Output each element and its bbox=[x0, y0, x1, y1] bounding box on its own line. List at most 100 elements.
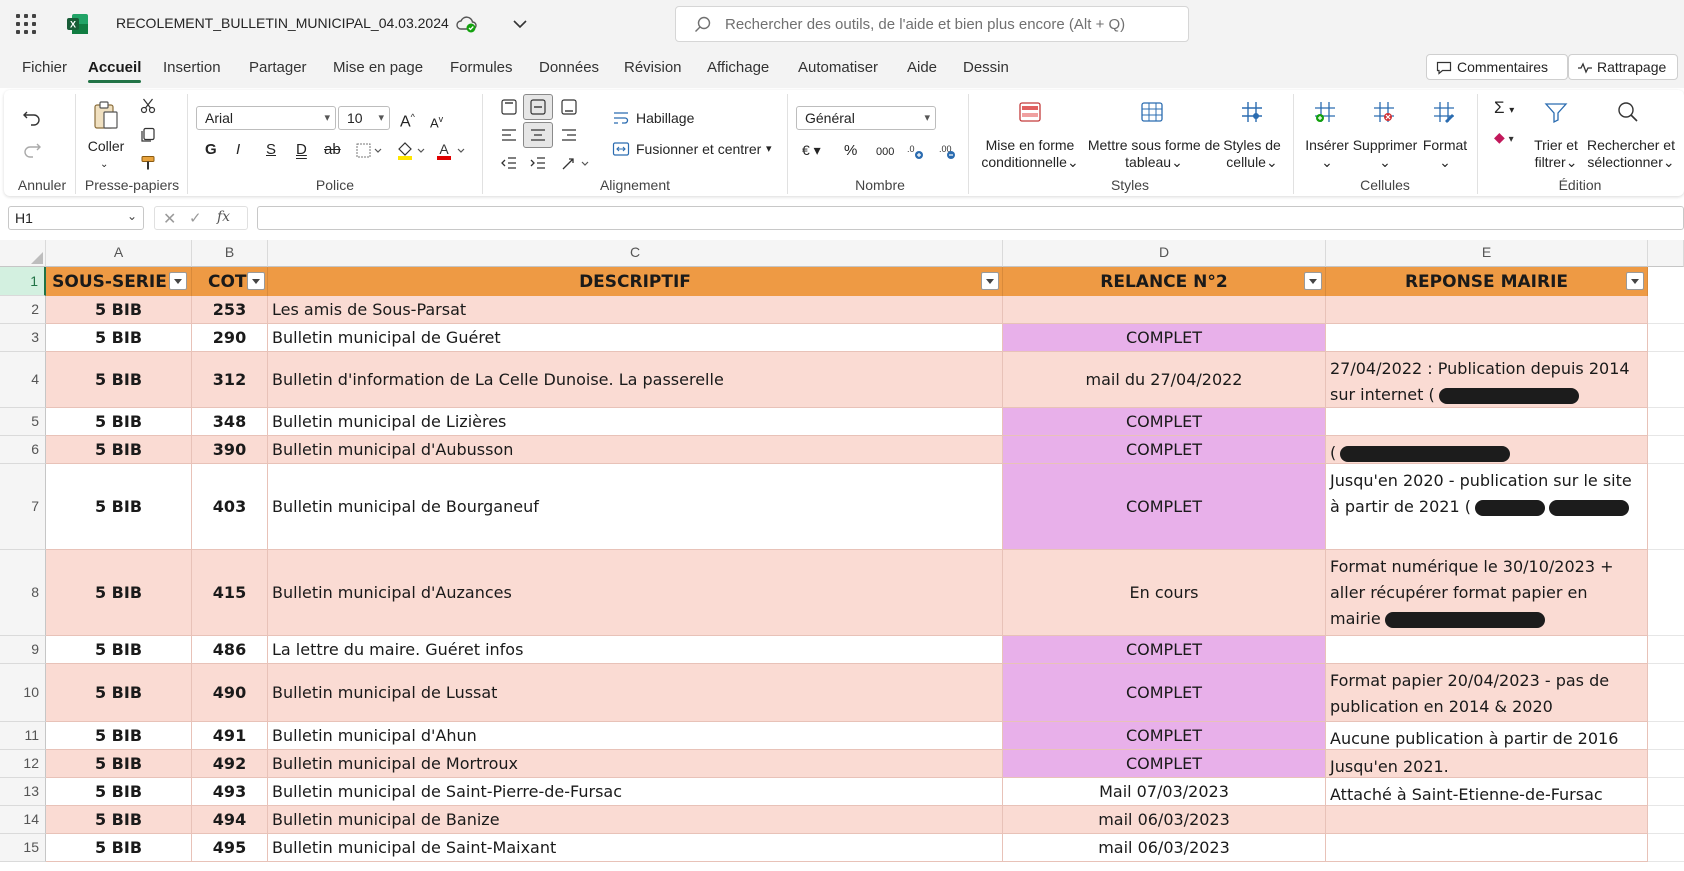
catchup-button[interactable]: Rattrapage bbox=[1568, 54, 1678, 80]
sort-filter-label[interactable]: Trier et filtrer⌄ bbox=[1530, 137, 1582, 171]
cell-reponse[interactable] bbox=[1326, 834, 1648, 862]
cell-descriptif[interactable]: Bulletin municipal de Banize bbox=[268, 806, 1003, 834]
header-cell-reponse[interactable]: REPONSE MAIRIE bbox=[1326, 267, 1648, 296]
cell-sous-serie[interactable]: 5 BIB bbox=[46, 778, 192, 806]
filter-button[interactable] bbox=[169, 272, 187, 290]
format-cells-icon[interactable] bbox=[1432, 100, 1456, 124]
cell-sous-serie[interactable]: 5 BIB bbox=[46, 806, 192, 834]
row-header[interactable]: 9 bbox=[0, 636, 46, 664]
row-header[interactable]: 1 bbox=[0, 267, 46, 296]
cell-sous-serie[interactable]: 5 BIB bbox=[46, 324, 192, 352]
cell-empty[interactable] bbox=[1648, 722, 1684, 750]
column-header-a[interactable]: A bbox=[46, 240, 192, 267]
redo-icon[interactable] bbox=[22, 140, 42, 158]
filter-button[interactable] bbox=[1626, 272, 1644, 290]
tab-aide[interactable]: Aide bbox=[907, 59, 937, 76]
cell-empty[interactable] bbox=[1648, 408, 1684, 436]
cell-sous-serie[interactable]: 5 BIB bbox=[46, 296, 192, 324]
cell-sous-serie[interactable]: 5 BIB bbox=[46, 408, 192, 436]
orientation-icon[interactable] bbox=[560, 154, 590, 172]
conditional-format-label[interactable]: Mise en forme conditionnelle⌄ bbox=[980, 137, 1080, 171]
cell-relance[interactable]: COMPLET bbox=[1003, 750, 1326, 778]
copy-icon[interactable] bbox=[140, 127, 156, 143]
cell-relance[interactable]: COMPLET bbox=[1003, 436, 1326, 464]
tab-revision[interactable]: Révision bbox=[624, 59, 682, 76]
cell-relance[interactable]: COMPLET bbox=[1003, 636, 1326, 664]
cell-sous-serie[interactable]: 5 BIB bbox=[46, 664, 192, 722]
cell-reponse[interactable] bbox=[1326, 806, 1648, 834]
cell-descriptif[interactable]: Bulletin municipal d'Aubusson bbox=[268, 436, 1003, 464]
cell-relance[interactable]: mail 06/03/2023 bbox=[1003, 806, 1326, 834]
cell-cote[interactable]: 493 bbox=[192, 778, 268, 806]
cell-empty[interactable] bbox=[1648, 806, 1684, 834]
currency-icon[interactable]: € ▾ bbox=[802, 142, 821, 159]
format-as-table-icon[interactable] bbox=[1140, 100, 1164, 124]
cell-empty[interactable] bbox=[1648, 550, 1684, 636]
tab-donnees[interactable]: Données bbox=[539, 59, 599, 76]
conditional-format-icon[interactable] bbox=[1018, 100, 1042, 124]
chevron-down-icon[interactable] bbox=[510, 14, 530, 34]
cell-empty[interactable] bbox=[1648, 464, 1684, 550]
chevron-down-icon[interactable]: ▾ bbox=[766, 141, 772, 158]
cell-styles-label[interactable]: Styles de cellule⌄ bbox=[1222, 137, 1282, 171]
cell-empty[interactable] bbox=[1648, 296, 1684, 324]
cell-sous-serie[interactable]: 5 BIB bbox=[46, 352, 192, 408]
column-header-f[interactable] bbox=[1648, 240, 1684, 267]
cell-reponse[interactable]: 27/04/2022 : Publication depuis 2014 sur… bbox=[1326, 352, 1648, 408]
header-cell-cote[interactable]: COTE bbox=[192, 267, 268, 296]
cancel-icon[interactable]: ✕ bbox=[163, 209, 176, 229]
decrease-indent-icon[interactable] bbox=[500, 154, 518, 172]
formula-input[interactable] bbox=[257, 206, 1684, 230]
cell-relance[interactable]: COMPLET bbox=[1003, 324, 1326, 352]
cell-sous-serie[interactable]: 5 BIB bbox=[46, 636, 192, 664]
bold-button[interactable]: G bbox=[205, 141, 217, 158]
number-format-dropdown[interactable]: Général ▾ bbox=[796, 106, 936, 130]
column-header-d[interactable]: D bbox=[1003, 240, 1326, 267]
name-box[interactable]: H1 ⌄ bbox=[8, 206, 144, 230]
find-select-label[interactable]: Rechercher et sélectionner⌄ bbox=[1583, 137, 1679, 171]
row-header[interactable]: 5 bbox=[0, 408, 46, 436]
tab-formules[interactable]: Formules bbox=[450, 59, 513, 76]
cell-cote[interactable]: 290 bbox=[192, 324, 268, 352]
cell-reponse[interactable]: Format papier 20/04/2023 - pas de public… bbox=[1326, 664, 1648, 722]
tab-dessin[interactable]: Dessin bbox=[963, 59, 1009, 76]
column-header-c[interactable]: C bbox=[268, 240, 1003, 267]
tab-partager[interactable]: Partager bbox=[249, 59, 307, 76]
align-right-icon[interactable] bbox=[560, 126, 578, 144]
find-select-icon[interactable] bbox=[1616, 100, 1640, 124]
cell-cote[interactable]: 253 bbox=[192, 296, 268, 324]
increase-indent-icon[interactable] bbox=[529, 154, 547, 172]
cell-cote[interactable]: 490 bbox=[192, 664, 268, 722]
cell-empty[interactable] bbox=[1648, 352, 1684, 408]
cell-reponse[interactable]: Aucune publication à partir de 2016 bbox=[1326, 722, 1648, 750]
cell-reponse[interactable]: Format numérique le 30/10/2023 + aller r… bbox=[1326, 550, 1648, 636]
decrease-font-icon[interactable]: Av bbox=[430, 111, 443, 131]
cell-reponse[interactable]: Jusqu'en 2021. bbox=[1326, 750, 1648, 778]
cell-descriptif[interactable]: Bulletin municipal de Saint-Pierre-de-Fu… bbox=[268, 778, 1003, 806]
format-cells-label[interactable]: Format ⌄ bbox=[1420, 137, 1470, 171]
cell-descriptif[interactable]: Bulletin municipal de Lussat bbox=[268, 664, 1003, 722]
app-launcher-icon[interactable] bbox=[16, 14, 36, 34]
delete-cells-icon[interactable] bbox=[1372, 100, 1396, 124]
cell-cote[interactable]: 492 bbox=[192, 750, 268, 778]
cell-relance[interactable]: COMPLET bbox=[1003, 408, 1326, 436]
cell-cote[interactable]: 495 bbox=[192, 834, 268, 862]
cell-relance[interactable]: Mail 07/03/2023 bbox=[1003, 778, 1326, 806]
row-header[interactable]: 7 bbox=[0, 464, 46, 550]
cell-empty[interactable] bbox=[1648, 750, 1684, 778]
cell-cote[interactable]: 486 bbox=[192, 636, 268, 664]
cell-cote[interactable]: 403 bbox=[192, 464, 268, 550]
cut-icon[interactable] bbox=[140, 98, 156, 114]
row-header[interactable]: 14 bbox=[0, 806, 46, 834]
cell-sous-serie[interactable]: 5 BIB bbox=[46, 750, 192, 778]
tab-accueil[interactable]: Accueil bbox=[88, 59, 142, 83]
cell-empty[interactable] bbox=[1648, 834, 1684, 862]
row-header[interactable]: 8 bbox=[0, 550, 46, 636]
row-header[interactable]: 3 bbox=[0, 324, 46, 352]
cell-relance[interactable]: COMPLET bbox=[1003, 722, 1326, 750]
cell-empty[interactable] bbox=[1648, 324, 1684, 352]
check-icon[interactable]: ✓ bbox=[189, 209, 202, 227]
cell-descriptif[interactable]: La lettre du maire. Guéret infos bbox=[268, 636, 1003, 664]
row-header[interactable]: 4 bbox=[0, 352, 46, 408]
row-header[interactable]: 13 bbox=[0, 778, 46, 806]
